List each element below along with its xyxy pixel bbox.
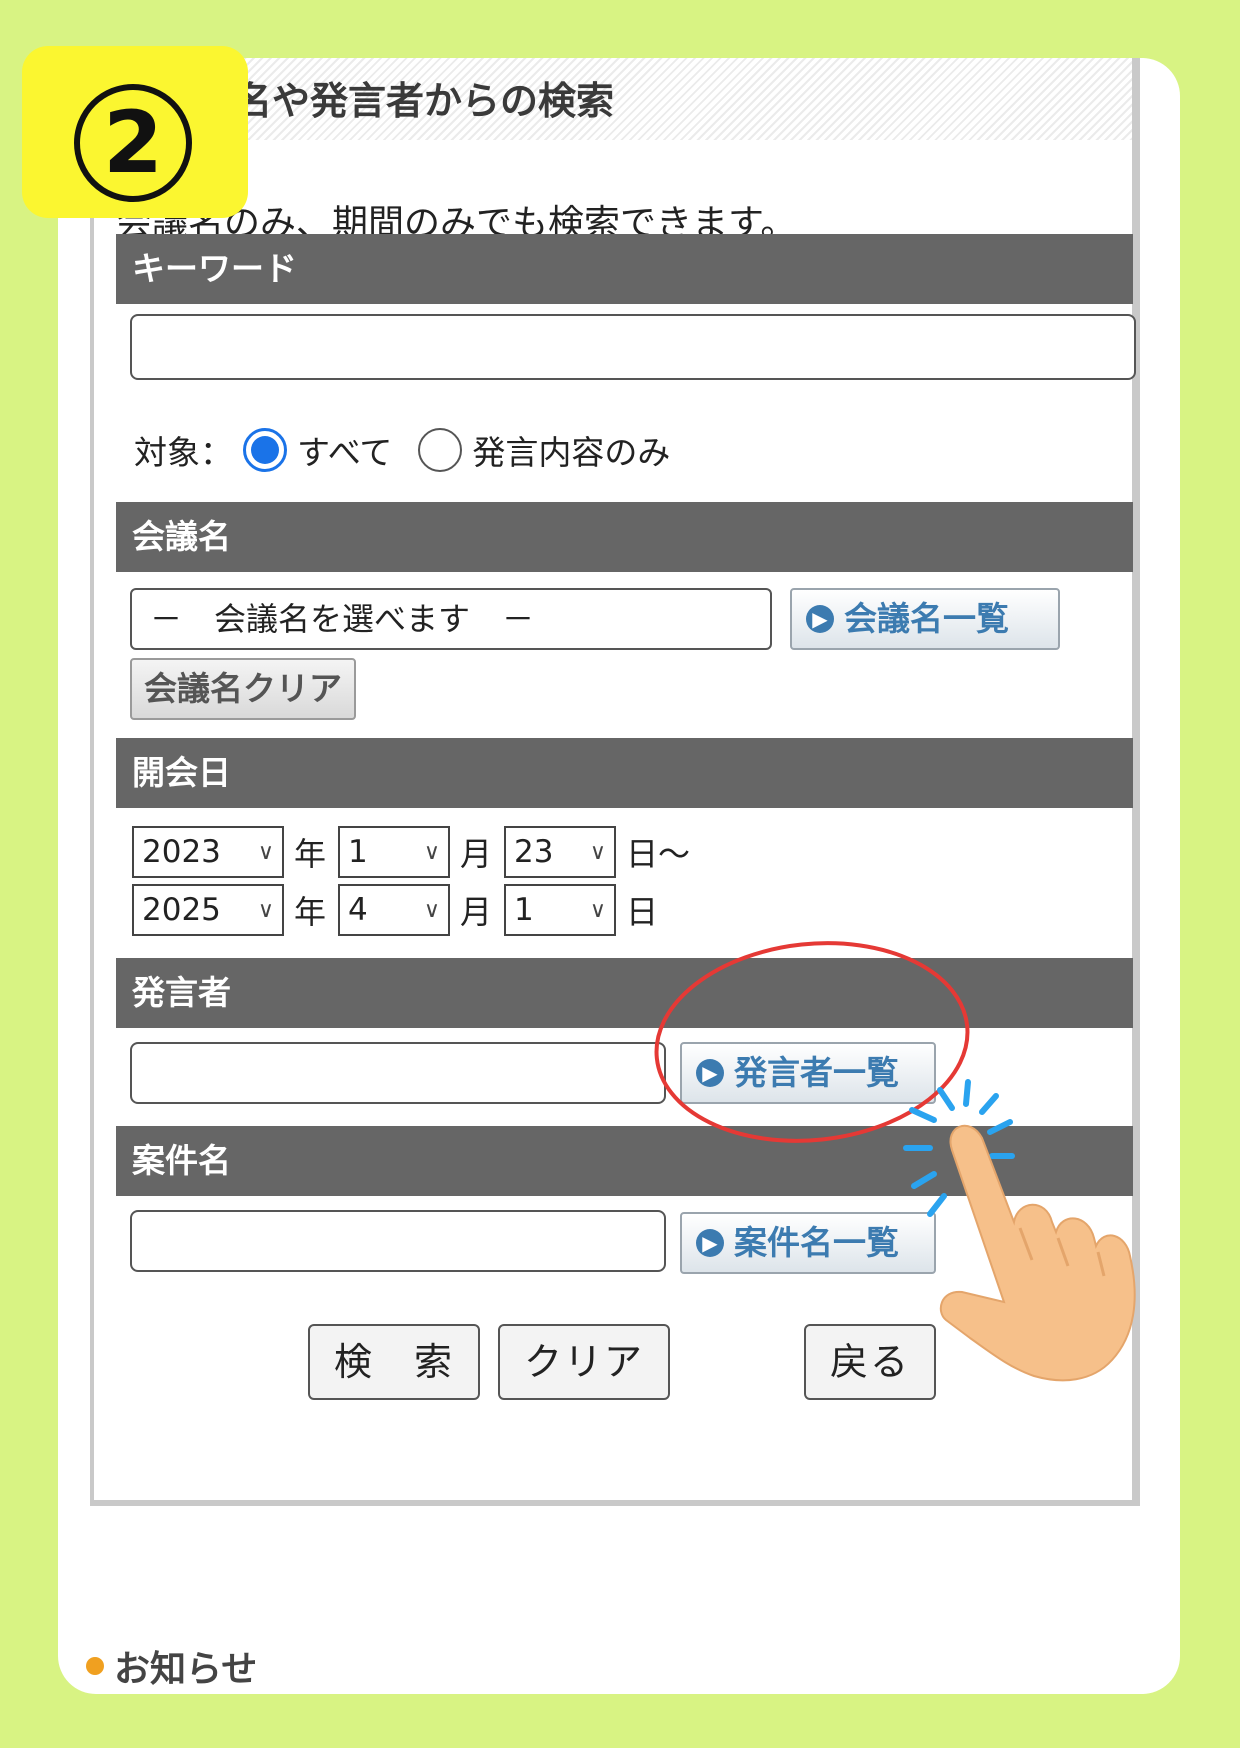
from-year-select[interactable]: 2023 ∨ [132, 826, 284, 878]
search-button[interactable]: 検 索 [308, 1324, 480, 1400]
chevron-down-icon: ∨ [423, 897, 441, 923]
arrow-right-icon: ▶ [696, 1059, 724, 1087]
chevron-down-icon: ∨ [589, 839, 607, 865]
chevron-down-icon: ∨ [589, 897, 607, 923]
radio-speech-only-label[interactable]: 発言内容のみ [472, 426, 670, 474]
from-month-select[interactable]: 1 ∨ [338, 826, 451, 878]
panel-title: 名や発言者からの検索 [94, 58, 1132, 140]
notice-heading[interactable]: お知らせ [86, 1640, 257, 1692]
meeting-header: 会議名 [116, 502, 1133, 572]
case-input[interactable] [130, 1210, 666, 1272]
arrow-right-icon: ▶ [806, 605, 834, 633]
case-list-button[interactable]: ▶ 案件名一覧 [680, 1212, 936, 1274]
keyword-header: キーワード [116, 234, 1133, 304]
chevron-down-icon: ∨ [257, 897, 274, 923]
radio-all-label[interactable]: すべて [297, 426, 392, 474]
date-to-row: 2025 ∨ 年 4 ∨ 月 1 ∨ 日 [132, 884, 670, 936]
speaker-list-button[interactable]: ▶ 発言者一覧 [680, 1042, 936, 1104]
date-header: 開会日 [116, 738, 1133, 808]
chevron-down-icon: ∨ [423, 839, 441, 865]
meeting-list-button[interactable]: ▶ 会議名一覧 [790, 588, 1060, 650]
from-day-select[interactable]: 23 ∨ [504, 826, 617, 878]
to-day-select[interactable]: 1 ∨ [504, 884, 617, 936]
content-card: 名や発言者からの検索 会議名のみ、期間のみでも検索できます。 キーワード 対象：… [58, 58, 1180, 1694]
to-month-select[interactable]: 4 ∨ [338, 884, 451, 936]
radio-speech-only[interactable] [418, 428, 463, 472]
step-number: 2 [74, 84, 192, 202]
case-header: 案件名 [116, 1126, 1133, 1196]
radio-all[interactable] [243, 428, 287, 472]
bullet-dot-icon [86, 1657, 104, 1675]
arrow-right-icon: ▶ [696, 1229, 724, 1257]
meeting-select[interactable]: － 会議名を選べます － [130, 588, 772, 650]
target-radio-group: 対象： すべて 発言内容のみ [134, 422, 670, 478]
chevron-down-icon: ∨ [257, 839, 274, 865]
back-button[interactable]: 戻る [804, 1324, 936, 1400]
step-badge: 2 [22, 46, 248, 218]
speaker-input[interactable] [130, 1042, 666, 1104]
to-year-select[interactable]: 2025 ∨ [132, 884, 284, 936]
speaker-header: 発言者 [116, 958, 1133, 1028]
target-label: 対象： [134, 433, 233, 472]
meeting-clear-button[interactable]: 会議名クリア [130, 658, 356, 720]
search-panel: 名や発言者からの検索 会議名のみ、期間のみでも検索できます。 キーワード 対象：… [90, 58, 1140, 1506]
date-from-row: 2023 ∨ 年 1 ∨ 月 23 ∨ 日～ [132, 826, 702, 878]
clear-button[interactable]: クリア [498, 1324, 670, 1400]
keyword-input[interactable] [130, 314, 1136, 380]
